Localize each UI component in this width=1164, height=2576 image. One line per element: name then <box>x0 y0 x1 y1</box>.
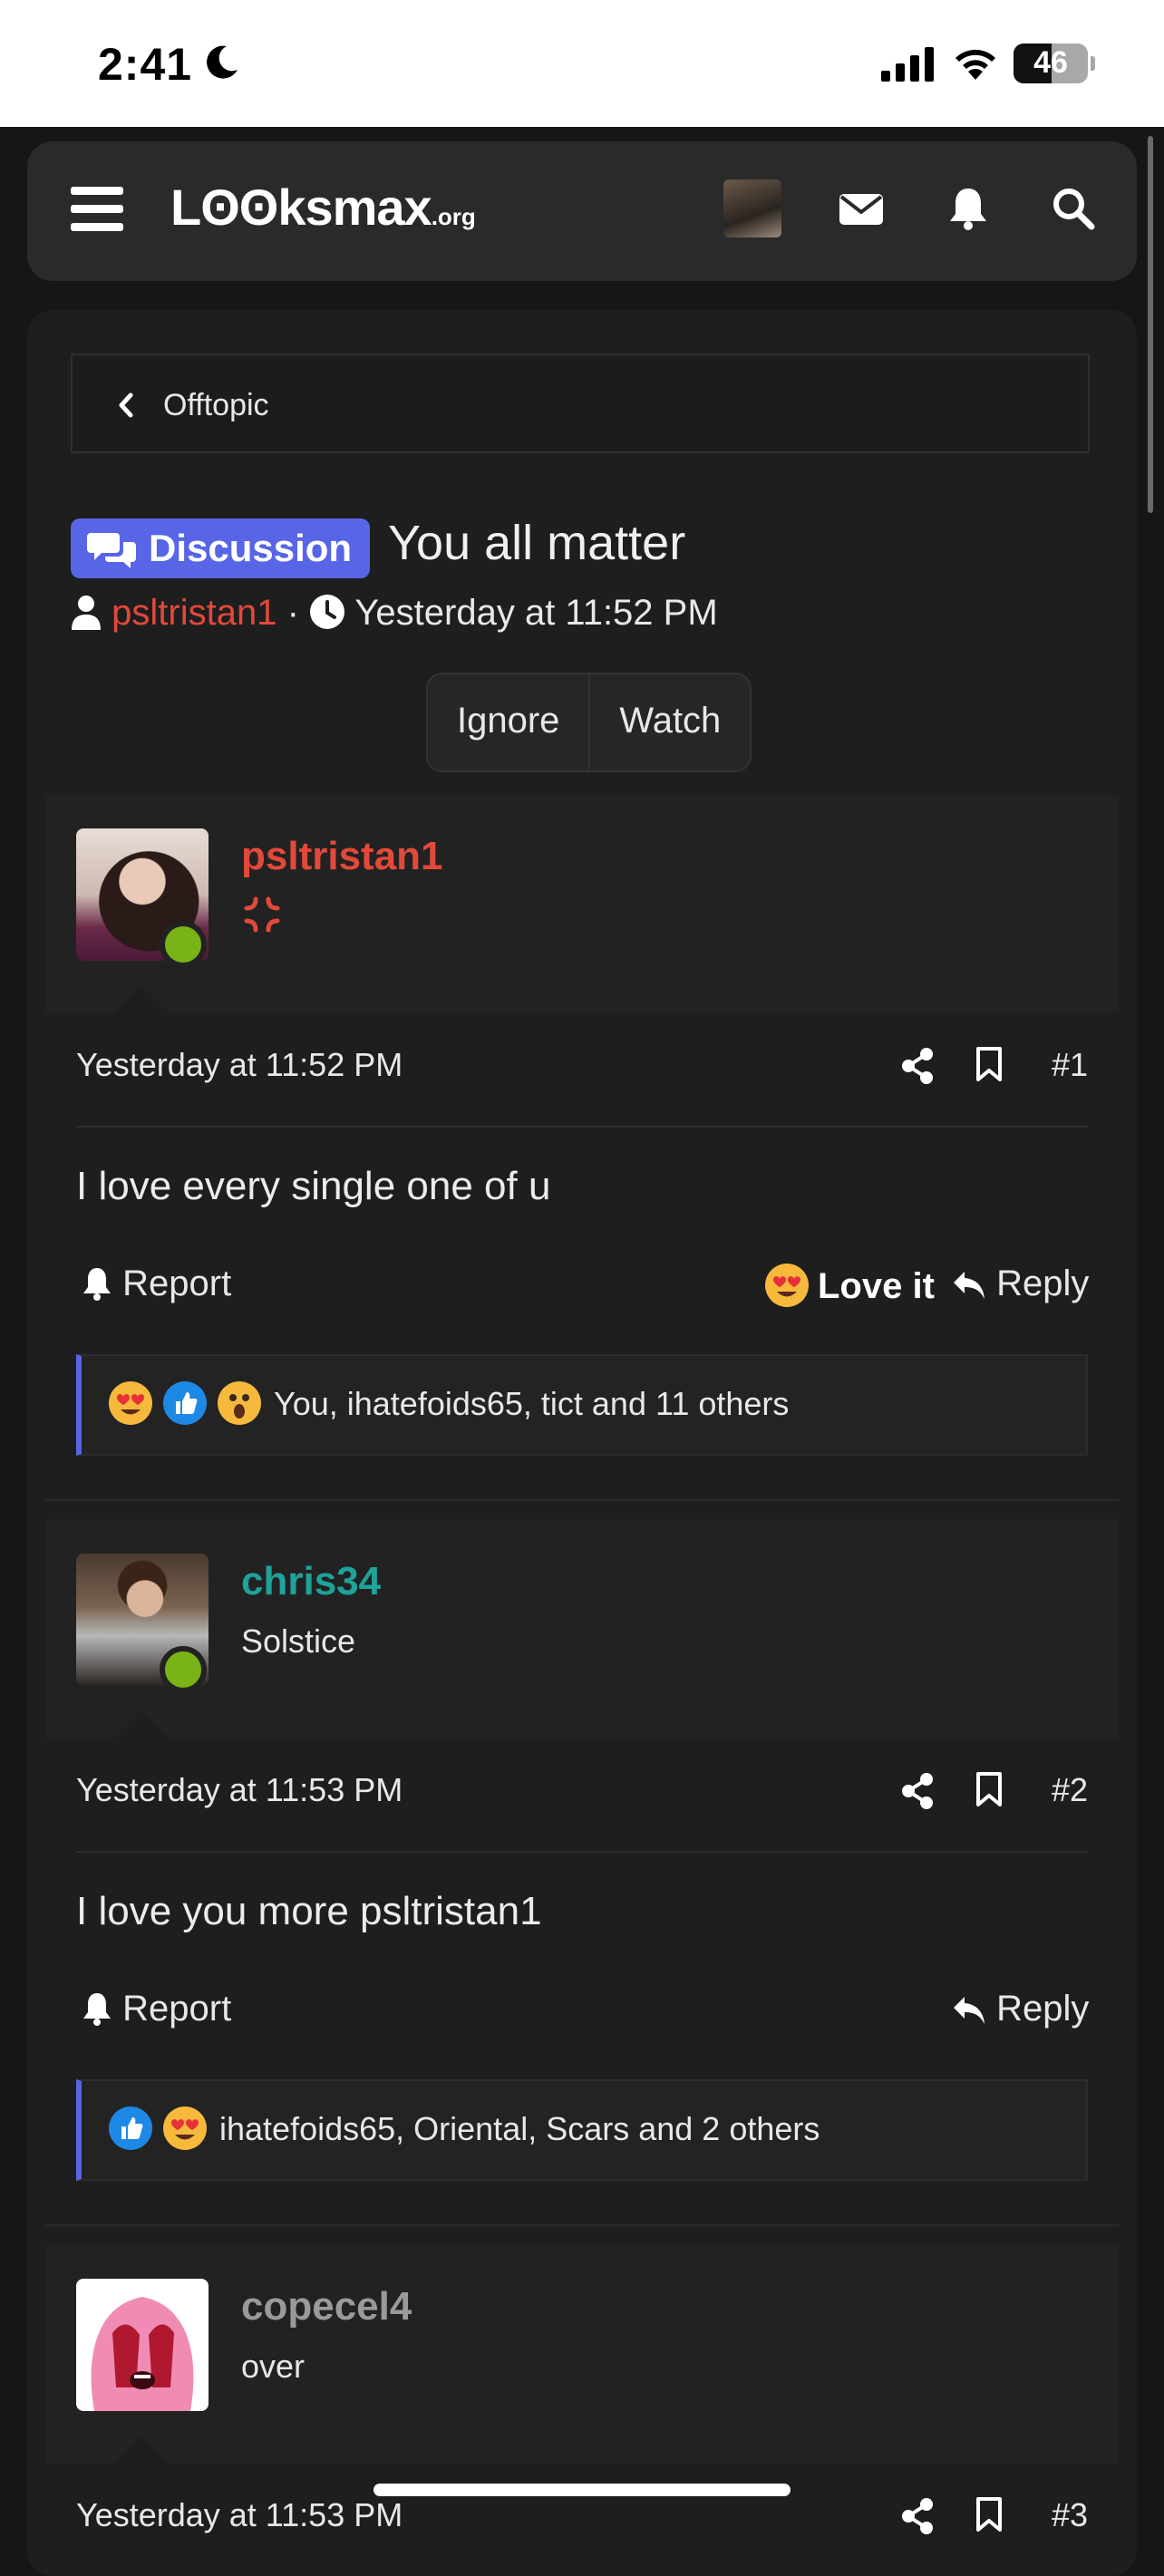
post-number[interactable]: #1 <box>1052 1046 1088 1084</box>
bookmark-icon[interactable] <box>975 2496 1003 2532</box>
reactions-bar[interactable]: You, ihatefoids65, tict and 11 others <box>76 1354 1088 1456</box>
post-divider <box>76 1851 1088 1853</box>
heart-eyes-emoji-icon <box>163 2106 207 2150</box>
share-icon[interactable] <box>901 2498 934 2534</box>
post-number[interactable]: #3 <box>1052 2496 1088 2534</box>
thread-container: Offtopic Discussion You all matter psltr… <box>27 310 1137 2576</box>
battery-icon: 46 <box>1014 44 1095 83</box>
love-it-label: Love it <box>818 1266 935 1306</box>
logo-text: Lʘʘksmax <box>170 179 432 236</box>
report-button[interactable]: Report <box>82 1989 231 2029</box>
clock-icon <box>310 595 345 629</box>
user-title: Solstice <box>241 1622 356 1660</box>
search-icon[interactable] <box>1050 185 1097 232</box>
post-user-header: chris34 Solstice <box>45 1519 1119 1738</box>
post-header-notch <box>114 1711 169 1738</box>
post-date[interactable]: Yesterday at 11:52 PM <box>76 1046 403 1084</box>
mail-icon[interactable] <box>838 185 885 232</box>
share-icon[interactable] <box>901 1773 934 1809</box>
reply-button[interactable]: Reply <box>952 1264 1089 1304</box>
reaction-icons <box>109 2106 207 2150</box>
wifi-icon <box>955 49 995 80</box>
love-it-reaction-button[interactable]: Love it <box>765 1264 935 1307</box>
page-scrollbar[interactable] <box>1148 136 1153 513</box>
logo-suffix: .org <box>431 203 476 230</box>
reply-icon <box>954 1997 985 2024</box>
thumbs-up-icon <box>109 2106 152 2150</box>
reply-label: Reply <box>996 1989 1090 2029</box>
online-status-indicator <box>160 1646 207 1693</box>
post-header-notch <box>114 2436 169 2464</box>
reaction-icons <box>109 1381 261 1425</box>
post-user-header: copecel4 over <box>45 2244 1119 2464</box>
ignore-button[interactable]: Ignore <box>428 674 588 770</box>
cellular-signal-icon <box>881 47 934 82</box>
anger-symbol-icon <box>244 896 280 933</box>
avatar[interactable] <box>76 2279 209 2411</box>
home-indicator[interactable] <box>373 2484 791 2496</box>
heart-eyes-emoji-icon <box>765 1264 809 1307</box>
breadcrumb-label: Offtopic <box>163 388 269 422</box>
post-number[interactable]: #2 <box>1052 1771 1088 1809</box>
post-username[interactable]: copecel4 <box>241 2284 412 2329</box>
share-icon[interactable] <box>901 1048 934 1084</box>
report-label: Report <box>122 1989 232 2029</box>
bell-icon <box>83 1993 111 2026</box>
post-separator <box>45 1499 1119 1501</box>
menu-icon[interactable] <box>71 187 123 232</box>
site-logo[interactable]: Lʘʘksmax.org <box>170 178 476 237</box>
thread-prefix-badge[interactable]: Discussion <box>71 518 371 578</box>
thread-prefix-label: Discussion <box>149 527 353 569</box>
post-body: I love every single one of u <box>76 1164 551 1208</box>
report-button[interactable]: Report <box>82 1264 231 1304</box>
status-time: 2:41 <box>98 39 193 90</box>
thumbs-up-icon <box>163 1381 207 1425</box>
post-username[interactable]: chris34 <box>241 1559 381 1604</box>
thread-meta: psltristan1 · Yesterday at 11:52 PM <box>71 593 718 634</box>
online-status-indicator <box>160 921 207 968</box>
status-bar: 2:41 46 <box>0 0 1164 127</box>
thread-time[interactable]: Yesterday at 11:52 PM <box>354 593 717 633</box>
reactions-summary[interactable]: You, ihatefoids65, tict and 11 others <box>274 1385 789 1423</box>
surprised-emoji-icon <box>218 1381 261 1425</box>
bookmark-icon[interactable] <box>975 1046 1003 1082</box>
post-body: I love you more psltristan1 <box>76 1889 542 1933</box>
post-date[interactable]: Yesterday at 11:53 PM <box>76 2496 403 2534</box>
battery-level: 46 <box>1033 45 1068 80</box>
report-label: Report <box>122 1264 232 1303</box>
reactions-summary[interactable]: ihatefoids65, Oriental, Scars and 2 othe… <box>219 2110 820 2148</box>
post-divider <box>76 1126 1088 1128</box>
meta-separator: · <box>286 593 299 633</box>
thread-author-link[interactable]: psltristan1 <box>112 593 276 633</box>
reply-label: Reply <box>996 1264 1090 1303</box>
reply-button[interactable]: Reply <box>952 1989 1089 2029</box>
heart-eyes-emoji-icon <box>109 1381 152 1425</box>
breadcrumb[interactable]: Offtopic <box>71 353 1090 453</box>
chevron-left-icon <box>119 392 133 418</box>
user-icon <box>72 596 101 630</box>
moon-icon <box>207 45 238 79</box>
post-user-header: psltristan1 <box>45 794 1119 1013</box>
post-username[interactable]: psltristan1 <box>241 834 443 879</box>
thread-title: You all matter <box>388 516 686 570</box>
top-navigation: Lʘʘksmax.org <box>27 141 1137 281</box>
account-avatar[interactable] <box>723 179 781 237</box>
bookmark-icon[interactable] <box>975 1771 1003 1807</box>
thread-actions: Ignore Watch <box>426 673 752 772</box>
reply-icon <box>954 1272 985 1299</box>
reactions-bar[interactable]: ihatefoids65, Oriental, Scars and 2 othe… <box>76 2079 1088 2181</box>
post-date[interactable]: Yesterday at 11:53 PM <box>76 1771 403 1809</box>
post-separator <box>45 2224 1119 2226</box>
user-title: over <box>241 2348 306 2385</box>
bell-icon[interactable] <box>945 185 992 232</box>
crying-pink-character-image <box>91 2297 194 2411</box>
bell-icon <box>83 1268 111 1301</box>
watch-button[interactable]: Watch <box>588 674 750 770</box>
comments-icon <box>87 533 136 568</box>
post-header-notch <box>114 986 169 1013</box>
